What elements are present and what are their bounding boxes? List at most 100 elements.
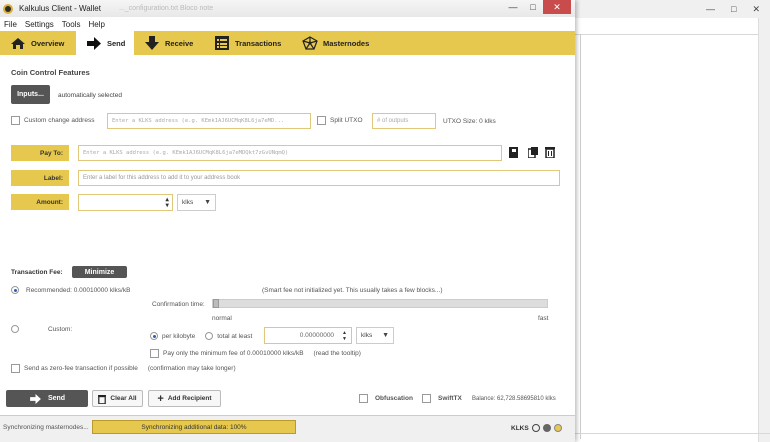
split-utxo-checkbox[interactable] — [317, 116, 326, 125]
balance-label: Balance: 62,728.58695810 klks — [472, 396, 556, 402]
minimize-button[interactable]: Minimize — [72, 266, 127, 278]
background-titlebar: — □ ✕ — [575, 0, 770, 18]
maximize-icon[interactable]: □ — [523, 0, 543, 14]
per-kilobyte-radio[interactable] — [150, 332, 158, 340]
custom-fee-radio[interactable] — [11, 325, 19, 333]
chevron-down-icon: ▼ — [204, 199, 211, 206]
arrow-down-icon — [144, 36, 160, 50]
custom-fee-label: Custom: — [48, 325, 73, 333]
sync-status-label: Synchronizing masternodes... — [3, 424, 89, 431]
menu-tools[interactable]: Tools — [62, 20, 81, 29]
read-tooltip-label: (read the tooltip) — [313, 350, 361, 357]
unit-label[interactable]: KLKS — [511, 425, 529, 432]
custom-change-label: Custom change address — [24, 117, 95, 124]
network-icon — [302, 36, 318, 50]
send-panel: Coin Control Features Inputs... automati… — [0, 55, 575, 415]
close-icon[interactable]: ✕ — [543, 0, 571, 14]
menubar: File Settings Tools Help — [0, 17, 575, 31]
transaction-fee-title: Transaction Fee: — [11, 269, 63, 276]
slider-fast-label: fast — [538, 315, 549, 322]
kalkulus-logo-icon — [3, 3, 13, 14]
delete-icon[interactable] — [545, 147, 555, 158]
obfuscation-checkbox[interactable] — [359, 394, 368, 403]
window-title: Kalkulus Client - Wallet — [19, 4, 101, 13]
menu-settings[interactable]: Settings — [25, 20, 54, 29]
utxo-size: UTXO Size: 0 klks — [443, 118, 496, 125]
total-at-least-radio[interactable] — [205, 332, 214, 340]
custom-change-input[interactable]: Enter a KLKS address (e.g. KEmk1AJ6UCMqK… — [107, 113, 311, 129]
smart-fee-note: (Smart fee not initialized yet. This usu… — [262, 287, 443, 294]
custom-change-checkbox[interactable] — [11, 116, 20, 125]
swifttx-checkbox[interactable] — [422, 394, 431, 403]
tab-send[interactable]: Send — [76, 31, 134, 55]
tab-transactions[interactable]: Transactions — [204, 31, 292, 55]
minimize-icon[interactable]: — — [503, 0, 523, 14]
plus-icon: + — [157, 392, 164, 405]
titlebar: Kalkulus Client - Wallet ..._configurati… — [0, 0, 575, 17]
amount-spinner-icon[interactable]: ▲ ▼ — [165, 196, 169, 209]
network-status-icon — [531, 424, 540, 432]
bg-divider — [575, 34, 758, 35]
sync-check-icon — [553, 424, 562, 432]
trash-icon — [98, 394, 107, 404]
menu-file[interactable]: File — [4, 20, 17, 29]
confirmation-slider[interactable] — [212, 299, 548, 308]
add-recipient-button[interactable]: + Add Recipient — [148, 390, 221, 407]
wallet-window: Kalkulus Client - Wallet ..._configurati… — [0, 0, 575, 442]
zero-fee-label: Send as zero-fee transaction if possible — [24, 365, 138, 372]
clear-all-button[interactable]: Clear All — [92, 390, 143, 407]
bg-divider-bottom — [575, 433, 770, 434]
amount-label: Amount: — [11, 194, 69, 210]
pay-to-input[interactable]: Enter a KLKS address (e.g. KEmk1AJ6UCMqK… — [78, 145, 502, 161]
amount-input[interactable]: ▲ ▼ — [78, 194, 173, 211]
bg-minimize-icon[interactable]: — — [706, 4, 715, 14]
menu-help[interactable]: Help — [88, 20, 104, 29]
coin-control-status: automatically selected — [58, 92, 122, 99]
custom-fee-input[interactable]: 0.00000000 ▲ ▼ — [264, 327, 352, 344]
bg-maximize-icon[interactable]: □ — [731, 4, 736, 14]
ghost-title: ..._configuration.txt Bloco note — [118, 5, 214, 12]
amount-unit-select[interactable]: klks ▼ — [177, 194, 216, 211]
label-input[interactable]: Enter a label for this address to add it… — [78, 170, 560, 186]
staking-status-icon — [542, 424, 551, 432]
total-at-least-label: total at least — [217, 332, 253, 340]
slider-normal-label: normal — [212, 315, 232, 322]
paste-icon[interactable] — [528, 146, 538, 158]
background-window: — □ ✕ — [575, 0, 770, 442]
recommended-label: Recommended: 0.00010000 klks/kB — [26, 286, 131, 294]
status-bar: Synchronizing masternodes... Synchronizi… — [0, 415, 575, 442]
recommended-radio[interactable] — [11, 286, 19, 294]
tab-bar: Overview Send Receive Transactions Maste… — [0, 31, 575, 55]
bg-scrollbar[interactable] — [758, 18, 770, 442]
tab-masternodes[interactable]: Masternodes — [292, 31, 382, 55]
tab-overview[interactable]: Overview — [0, 31, 76, 55]
home-icon — [10, 36, 26, 50]
tab-receive[interactable]: Receive — [134, 31, 204, 55]
swifttx-label: SwiftTX — [438, 395, 462, 402]
arrow-right-icon — [30, 393, 41, 404]
arrow-right-icon — [86, 36, 102, 50]
slider-knob[interactable] — [213, 299, 219, 308]
inputs-button[interactable]: Inputs... — [11, 85, 50, 104]
bg-close-icon[interactable]: ✕ — [752, 4, 760, 15]
send-button[interactable]: Send — [6, 390, 88, 407]
custom-fee-unit-select[interactable]: klks ▼ — [356, 327, 394, 344]
zero-fee-note: (confirmation may take longer) — [147, 365, 236, 372]
bg-edge — [580, 34, 581, 439]
pay-to-label: Pay To: — [11, 145, 69, 161]
min-fee-label: Pay only the minimum fee of 0.00010000 k… — [163, 350, 304, 357]
address-book-icon[interactable] — [509, 146, 519, 158]
coin-control-title: Coin Control Features — [11, 68, 90, 77]
confirmation-time-label: Confirmation time: — [152, 301, 205, 308]
per-kilobyte-label: per kilobyte — [162, 332, 196, 340]
split-utxo-label: Split UTXO — [330, 117, 363, 124]
fee-spinner-icon[interactable]: ▲ ▼ — [342, 330, 347, 342]
label-label: Label: — [11, 170, 69, 186]
min-fee-checkbox[interactable] — [150, 349, 159, 358]
sync-progress-bar: Synchronizing additional data: 100% — [92, 420, 296, 434]
chevron-down-icon: ▼ — [382, 332, 389, 339]
outputs-input[interactable]: # of outputs — [372, 113, 436, 129]
zero-fee-checkbox[interactable] — [11, 364, 20, 373]
list-icon — [214, 36, 230, 50]
obfuscation-label: Obfuscation — [375, 395, 413, 402]
